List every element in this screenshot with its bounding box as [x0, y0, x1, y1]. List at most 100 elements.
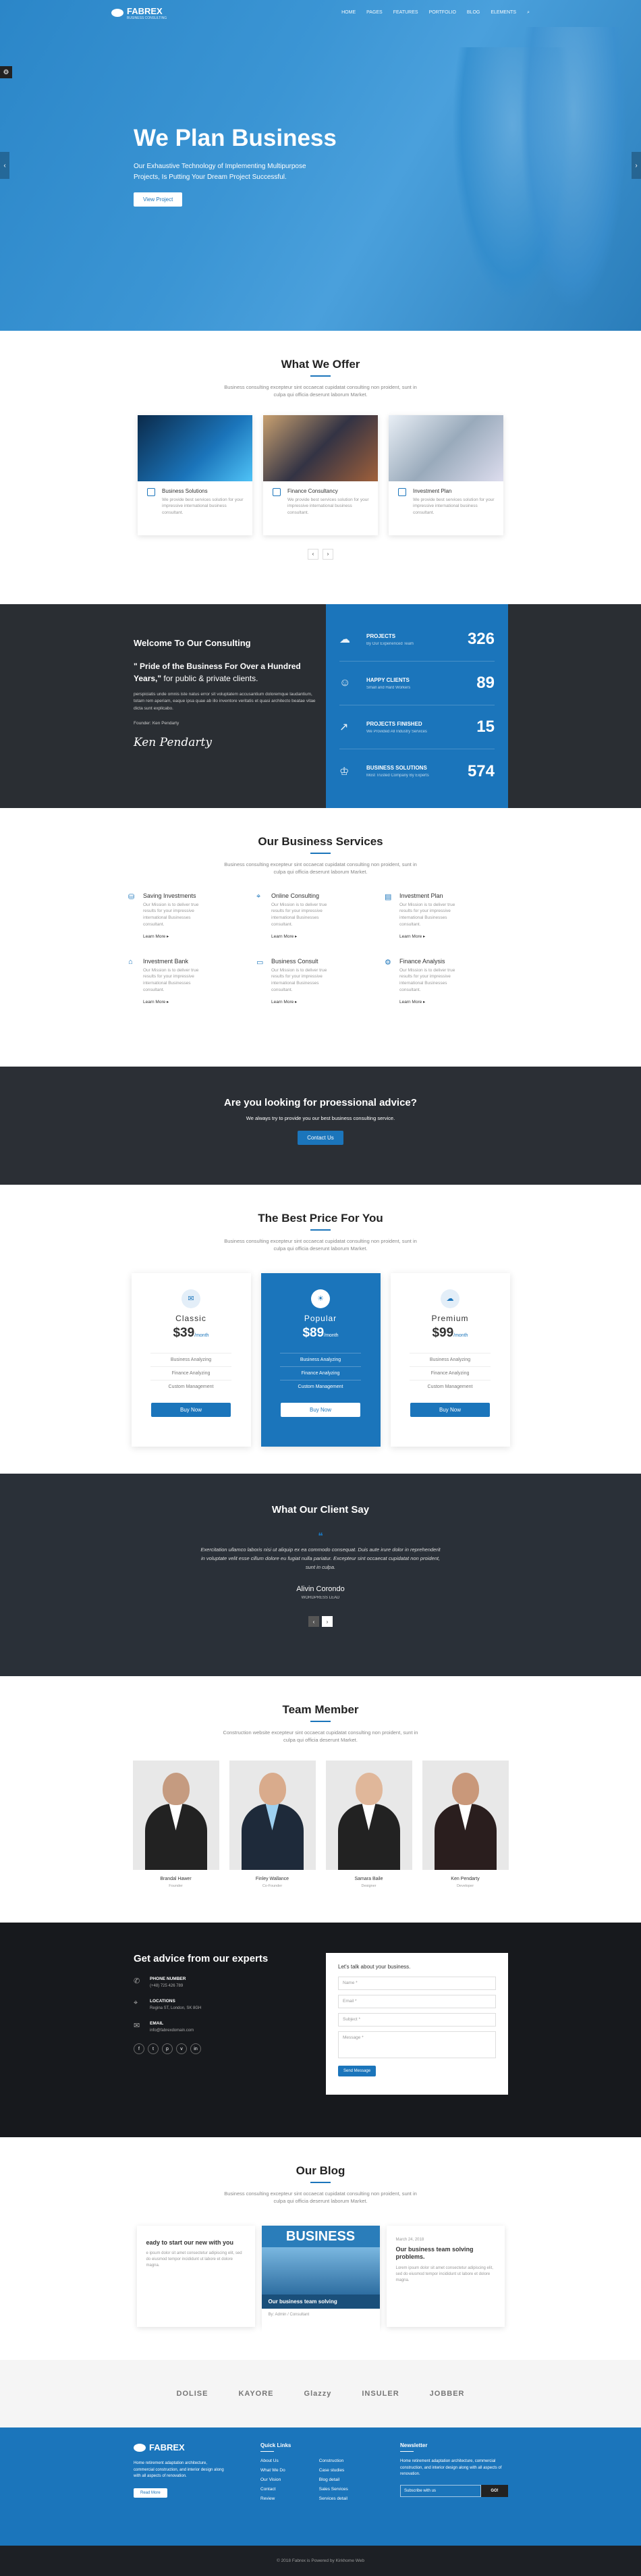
footer-link[interactable]: Blog detail	[319, 2477, 348, 2482]
footer-link[interactable]: Our Vision	[260, 2477, 285, 2482]
brands-strip: DOLISE KAYORE Glazzy INSULER JOBBER	[0, 2360, 641, 2427]
hero-title: We Plan Business	[134, 125, 337, 151]
learn-more-link[interactable]: Learn More ▸	[399, 934, 425, 939]
email-field[interactable]: Email *	[338, 1995, 496, 2008]
plan-feature: Custom Management	[280, 1379, 361, 1393]
carousel-prev-icon[interactable]: ‹	[308, 548, 318, 560]
slider-next-arrow[interactable]: ›	[632, 152, 641, 179]
service-text: Our Mission is to deliver true results f…	[143, 967, 199, 992]
footer-link[interactable]: Case studies	[319, 2468, 348, 2473]
newsletter-text: Home retirement adaptation architecture,…	[400, 2459, 502, 2477]
plan-period: /month	[453, 1333, 468, 1338]
learn-more-link[interactable]: Learn More ▸	[143, 934, 169, 939]
offer-card[interactable]: Finance Consultancy We provide best servi…	[263, 414, 378, 535]
logo[interactable]: FABREX BUSINESS CONSULTING	[111, 6, 167, 20]
cloud-upload-icon: ☁	[339, 634, 350, 645]
message-field[interactable]: Message *	[338, 2031, 496, 2058]
carousel-next-icon[interactable]: ›	[323, 548, 333, 560]
contact-us-button[interactable]: Contact Us	[298, 1131, 343, 1145]
member-photo	[422, 1760, 509, 1870]
service-title: Business Consult	[271, 957, 318, 965]
slider-prev-arrow[interactable]: ‹	[0, 152, 9, 179]
service-title: Investment Bank	[143, 957, 189, 965]
blog-post[interactable]: March 24, 2018 Our business team solving …	[386, 2225, 505, 2327]
buy-now-button[interactable]: Buy Now	[410, 1402, 490, 1417]
brand-logo: Glazzy	[304, 2390, 332, 2398]
stat-label: HAPPY CLIENTS	[366, 676, 410, 683]
stat-sub: Small and Hard Workers	[366, 685, 411, 690]
stat-item: ♔ BUSINESS SOLUTIONS Most Trusted Company …	[339, 749, 495, 793]
hero-section: FABREX BUSINESS CONSULTING HOME PAGES FEA…	[0, 0, 641, 331]
learn-more-link[interactable]: Learn More ▸	[143, 1000, 169, 1004]
section-title: Our Blog	[296, 2164, 345, 2177]
plan-price: $89	[302, 1325, 325, 1340]
service-item: ⌖ Online Consulting Our Mission is to deli…	[256, 892, 385, 939]
learn-more-link[interactable]: Learn More ▸	[271, 934, 297, 939]
subscribe-button[interactable]: GO!	[481, 2484, 508, 2497]
nav-item-features[interactable]: FEATURES	[393, 10, 418, 16]
pinterest-icon[interactable]: p	[162, 2043, 173, 2054]
learn-more-link[interactable]: Learn More ▸	[271, 1000, 297, 1004]
blog-post[interactable]: BUSINESS Our business team solving By: A…	[261, 2225, 380, 2337]
testimonial-prev-icon[interactable]: ‹	[308, 1616, 319, 1628]
learn-more-link[interactable]: Learn More ▸	[399, 1000, 425, 1004]
nav-item-home[interactable]: HOME	[341, 10, 356, 16]
team-member[interactable]: Ken Pendarty Developer	[422, 1760, 509, 1888]
footer-link[interactable]: Services detail	[319, 2496, 348, 2501]
card-icon	[398, 487, 406, 496]
testimonial-next-icon[interactable]: ›	[322, 1616, 333, 1628]
nav-item-pages[interactable]: PAGES	[366, 10, 383, 16]
linkedin-icon[interactable]: in	[190, 2043, 201, 2054]
post-text: e ipsum dolor sit amet consectetur adipi…	[146, 2251, 242, 2268]
title-divider	[310, 375, 331, 377]
client-role: WORDPRESS LEAD	[301, 1596, 340, 1601]
search-icon[interactable]: ⌕	[527, 10, 530, 16]
offer-card[interactable]: Business Solutions We provide best servic…	[138, 414, 252, 535]
team-member[interactable]: Brandal Hawer Founder	[132, 1760, 219, 1888]
member-photo	[325, 1760, 412, 1870]
nav-item-elements[interactable]: ELEMENTS	[491, 10, 516, 16]
subject-field[interactable]: Subject *	[338, 2013, 496, 2027]
footer-link[interactable]: Sales Services	[319, 2487, 348, 2492]
document-icon: ▤	[385, 892, 392, 901]
twitter-icon[interactable]: t	[148, 2043, 159, 2054]
blog-post[interactable]: eady to start our new with you e ipsum do…	[136, 2225, 255, 2327]
pricing-plan-classic: ✉ Classic $39/month Business Analyzing F…	[131, 1272, 251, 1447]
footer-link[interactable]: Contact	[260, 2487, 285, 2492]
plan-feature: Business Analyzing	[150, 1352, 231, 1366]
send-message-button[interactable]: Send Message	[338, 2066, 377, 2076]
stats-panel: ☁ PROJECTS By Our Experienced Team 326 ☺ HAP…	[326, 604, 508, 808]
offer-card[interactable]: Investment Plan We provide best services …	[389, 414, 503, 535]
view-project-button[interactable]: View Project	[134, 192, 183, 207]
read-more-button[interactable]: Read More	[134, 2488, 167, 2498]
name-field[interactable]: Name *	[338, 1977, 496, 1990]
post-text: Lorem ipsum dolor sit amet consectetur a…	[395, 2265, 493, 2282]
nav-item-blog[interactable]: BLOG	[467, 10, 480, 16]
main-nav: FABREX BUSINESS CONSULTING HOME PAGES FEA…	[111, 0, 530, 26]
trophy-icon: ♔	[339, 766, 350, 778]
footer-link[interactable]: About Us	[260, 2459, 285, 2463]
plan-feature: Custom Management	[410, 1379, 491, 1393]
service-title: Online Consulting	[271, 892, 320, 899]
plan-name: Popular	[304, 1313, 337, 1323]
email-icon: ✉	[134, 2022, 140, 2030]
footer-text: Home retirement adaptation architecture,…	[134, 2461, 224, 2479]
nav-item-portfolio[interactable]: PORTFOLIO	[429, 10, 456, 16]
newsletter-input[interactable]: Subscribe with us	[400, 2484, 481, 2497]
team-member[interactable]: Finley Wallance Co-Founder	[229, 1760, 316, 1888]
advice-text: We always try to provide you our best bu…	[246, 1115, 395, 1121]
vimeo-icon[interactable]: v	[176, 2043, 187, 2054]
card-title: Business Solutions	[162, 487, 208, 494]
footer-link[interactable]: Construction	[319, 2459, 348, 2463]
buy-now-button[interactable]: Buy Now	[151, 1402, 231, 1417]
plan-price: $39	[173, 1325, 195, 1340]
service-title: Finance Analysis	[399, 957, 445, 965]
footer-brand: FABREX	[149, 2442, 185, 2452]
team-member[interactable]: Samara Baile Designer	[325, 1760, 412, 1888]
menu: HOME PAGES FEATURES PORTFOLIO BLOG ELEME…	[341, 10, 530, 16]
footer-link[interactable]: Review	[260, 2496, 285, 2501]
footer-link[interactable]: What We Do	[260, 2468, 285, 2473]
facebook-icon[interactable]: f	[134, 2043, 144, 2054]
gear-icon[interactable]: ⚙	[0, 66, 12, 78]
buy-now-button[interactable]: Buy Now	[281, 1402, 360, 1417]
